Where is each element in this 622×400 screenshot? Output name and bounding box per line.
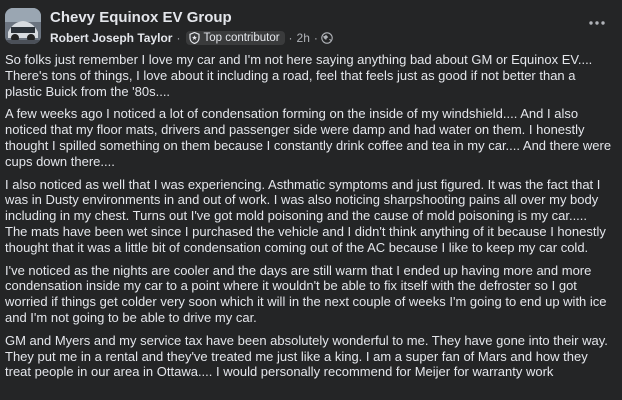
post-body: So folks just remember I love my car and… (5, 52, 614, 380)
meta-separator: · (176, 31, 181, 45)
more-horizontal-icon (589, 21, 605, 25)
meta-separator: · (288, 31, 293, 45)
badge-label: Top contributor (203, 32, 280, 44)
post-meta: Robert Joseph Taylor · Top contributor ·… (50, 31, 333, 45)
post-paragraph: A few weeks ago I noticed a lot of conde… (5, 106, 612, 169)
top-contributor-badge[interactable]: Top contributor (186, 31, 285, 45)
globe-icon[interactable] (321, 32, 333, 44)
post-time[interactable]: 2h (297, 31, 310, 45)
post-paragraph: GM and Myers and my service tax have bee… (5, 332, 608, 380)
group-avatar[interactable] (5, 8, 41, 44)
post-paragraph: I also noticed as well that I was experi… (5, 176, 606, 255)
post-paragraph: I've noticed as the nights are cooler an… (5, 262, 607, 325)
meta-separator: · (313, 31, 318, 45)
post-header: Chevy Equinox EV Group Robert Joseph Tay… (5, 6, 614, 52)
author-name[interactable]: Robert Joseph Taylor (50, 31, 172, 45)
post-paragraph: So folks just remember I love my car and… (5, 52, 593, 99)
group-name[interactable]: Chevy Equinox EV Group (50, 9, 232, 26)
more-options-button[interactable] (586, 14, 608, 32)
post-card: Chevy Equinox EV Group Robert Joseph Tay… (0, 0, 622, 400)
shield-star-icon (189, 32, 201, 44)
